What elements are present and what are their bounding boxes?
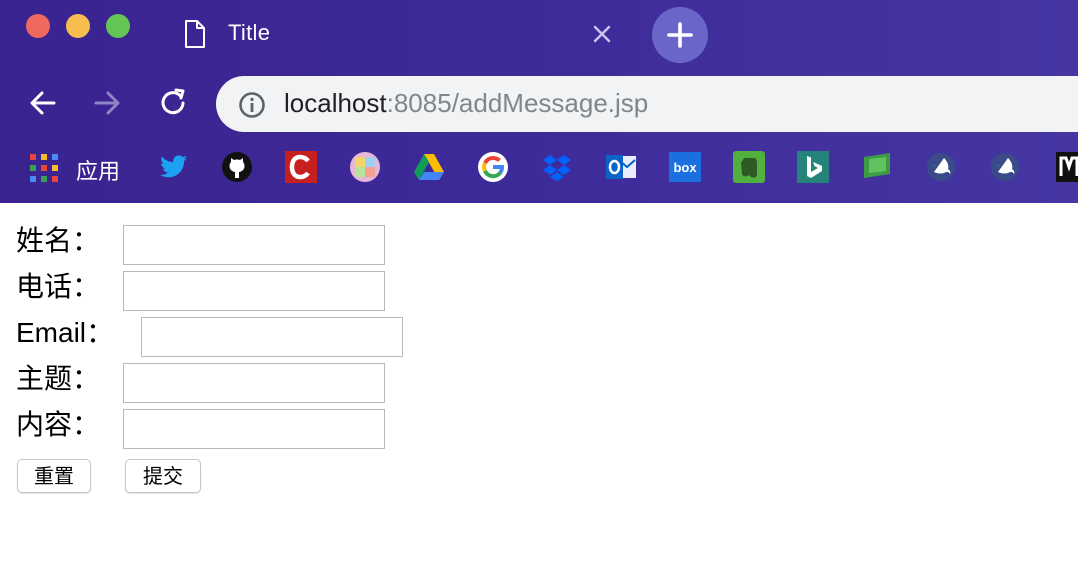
email-input[interactable]	[141, 317, 403, 357]
bookmarks-bar: 应用 box	[0, 150, 1078, 190]
dropbox-icon[interactable]	[540, 150, 574, 184]
name-label: 姓名：	[16, 224, 101, 257]
c-icon[interactable]	[284, 150, 318, 184]
phone-label: 电话：	[16, 270, 101, 303]
svg-text:box: box	[673, 160, 697, 175]
github-icon[interactable]	[220, 150, 254, 184]
google-icon[interactable]	[476, 150, 510, 184]
outlook-icon[interactable]	[604, 150, 638, 184]
plus-icon	[667, 22, 693, 48]
content-input[interactable]	[123, 409, 385, 449]
back-arrow-icon[interactable]	[26, 86, 60, 120]
green-monitor-icon[interactable]	[860, 150, 894, 184]
bing-icon[interactable]	[796, 150, 830, 184]
tab-title-label: Title	[228, 20, 271, 45]
tab-title[interactable]: Title	[176, 12, 626, 56]
submit-button[interactable]: 提交	[125, 459, 201, 493]
reload-icon[interactable]	[156, 86, 190, 120]
apps-grid-icon[interactable]	[30, 154, 58, 182]
m-icon[interactable]	[1052, 150, 1078, 184]
close-icon[interactable]	[590, 22, 614, 46]
minimize-window-button[interactable]	[66, 14, 90, 38]
maximize-window-button[interactable]	[106, 14, 130, 38]
new-tab-button[interactable]	[652, 7, 708, 63]
url-path: :8085/addMessage.jsp	[386, 88, 649, 118]
box-icon[interactable]: box	[668, 150, 702, 184]
message-form: 姓名： 电话： Email： 主题： 内容： 重置 提交	[0, 203, 1078, 572]
browser-chrome: Title localhost:8085/addMessage.jsp 应用 b…	[0, 0, 1078, 203]
name-input[interactable]	[123, 225, 385, 265]
swift-icon[interactable]	[924, 150, 958, 184]
url-host: localhost	[284, 88, 387, 118]
evernote-icon[interactable]	[732, 150, 766, 184]
phone-input[interactable]	[123, 271, 385, 311]
document-icon	[185, 20, 205, 48]
reset-button[interactable]: 重置	[17, 459, 91, 493]
swift-icon[interactable]	[988, 150, 1022, 184]
email-label: Email：	[16, 317, 115, 348]
twitter-icon[interactable]	[156, 150, 190, 184]
content-label: 内容：	[16, 408, 101, 441]
subject-label: 主题：	[16, 362, 101, 395]
palette-icon[interactable]	[348, 150, 382, 184]
info-icon[interactable]	[238, 91, 266, 119]
forward-arrow-icon[interactable]	[90, 86, 124, 120]
google-drive-icon[interactable]	[412, 150, 446, 184]
url-text[interactable]: localhost:8085/addMessage.jsp	[284, 88, 648, 119]
address-bar[interactable]: localhost:8085/addMessage.jsp	[216, 76, 1078, 132]
subject-input[interactable]	[123, 363, 385, 403]
close-window-button[interactable]	[26, 14, 50, 38]
apps-label[interactable]: 应用	[76, 154, 120, 186]
